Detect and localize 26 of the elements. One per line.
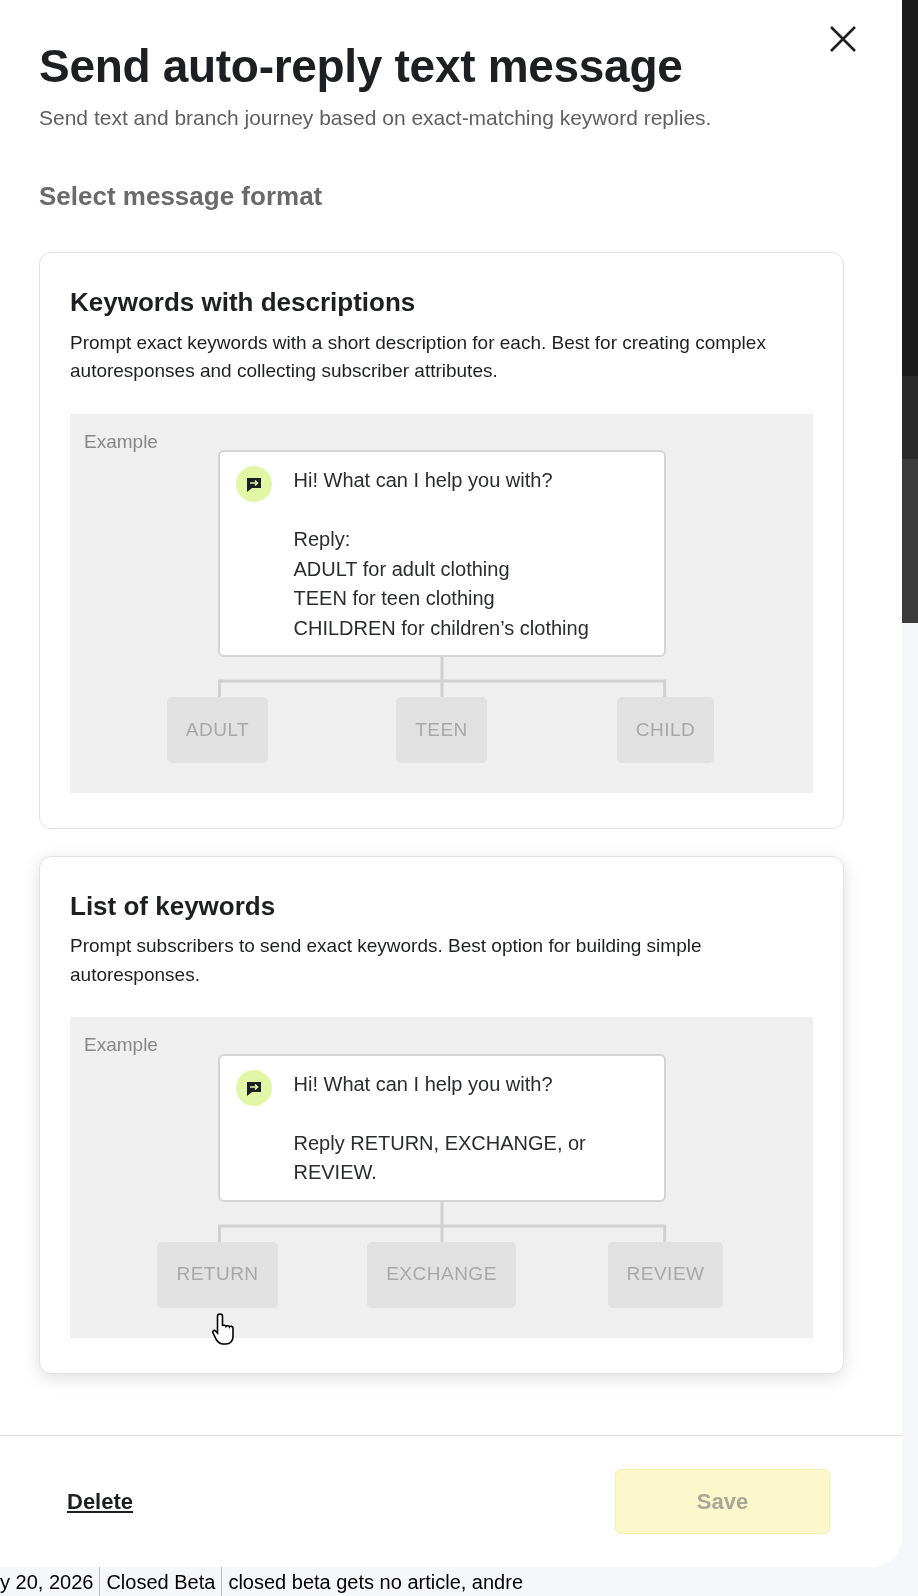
- message-icon: [235, 1069, 272, 1106]
- table-cell: Closed Beta: [99, 1566, 222, 1596]
- dialog-title: Send auto-reply text message: [39, 40, 684, 93]
- option-title: List of keywords: [70, 891, 277, 923]
- option-description: Prompt subscribers to send exact keywords. Best option for building simple autoresponses.: [70, 934, 703, 987]
- section-label: Select message format: [39, 180, 324, 214]
- message-text: Hi! What can I help you with? Reply: ADULT for adult clothing TEEN for teen clothing CHILDREN for children’s clothing: [293, 468, 589, 641]
- format-option-card[interactable]: [39, 252, 844, 829]
- keyword-chip: CHILD: [616, 697, 715, 763]
- message-text: Hi! What can I help you with? Reply RETURN, EXCHANGE, or REVIEW.: [293, 1071, 587, 1186]
- delete-link[interactable]: Delete: [67, 1485, 134, 1518]
- keyword-chip: EXCHANGE: [367, 1241, 516, 1308]
- close-icon: [828, 24, 858, 54]
- keyword-chip: RETURN: [157, 1241, 278, 1308]
- dialog-subtitle: Send text and branch journey based on exact-matching keyword replies.: [39, 104, 713, 131]
- table-cell: closed beta gets no article, andre: [221, 1566, 530, 1596]
- option-title: Keywords with descriptions: [70, 287, 417, 319]
- format-option-card[interactable]: [39, 856, 844, 1374]
- message-icon: [235, 466, 272, 502]
- table-cell-text: y 20, 2026: [0, 1569, 95, 1595]
- option-description: Prompt exact keywords with a short description for each. Best for creating complex autoresponses and collecting subscriber attributes.: [70, 330, 767, 383]
- keyword-chip: TEEN: [396, 697, 487, 763]
- example-label: Example: [84, 1033, 159, 1058]
- keyword-chip: ADULT: [166, 697, 269, 763]
- keyword-chip: REVIEW: [607, 1241, 724, 1308]
- example-label: Example: [84, 429, 159, 454]
